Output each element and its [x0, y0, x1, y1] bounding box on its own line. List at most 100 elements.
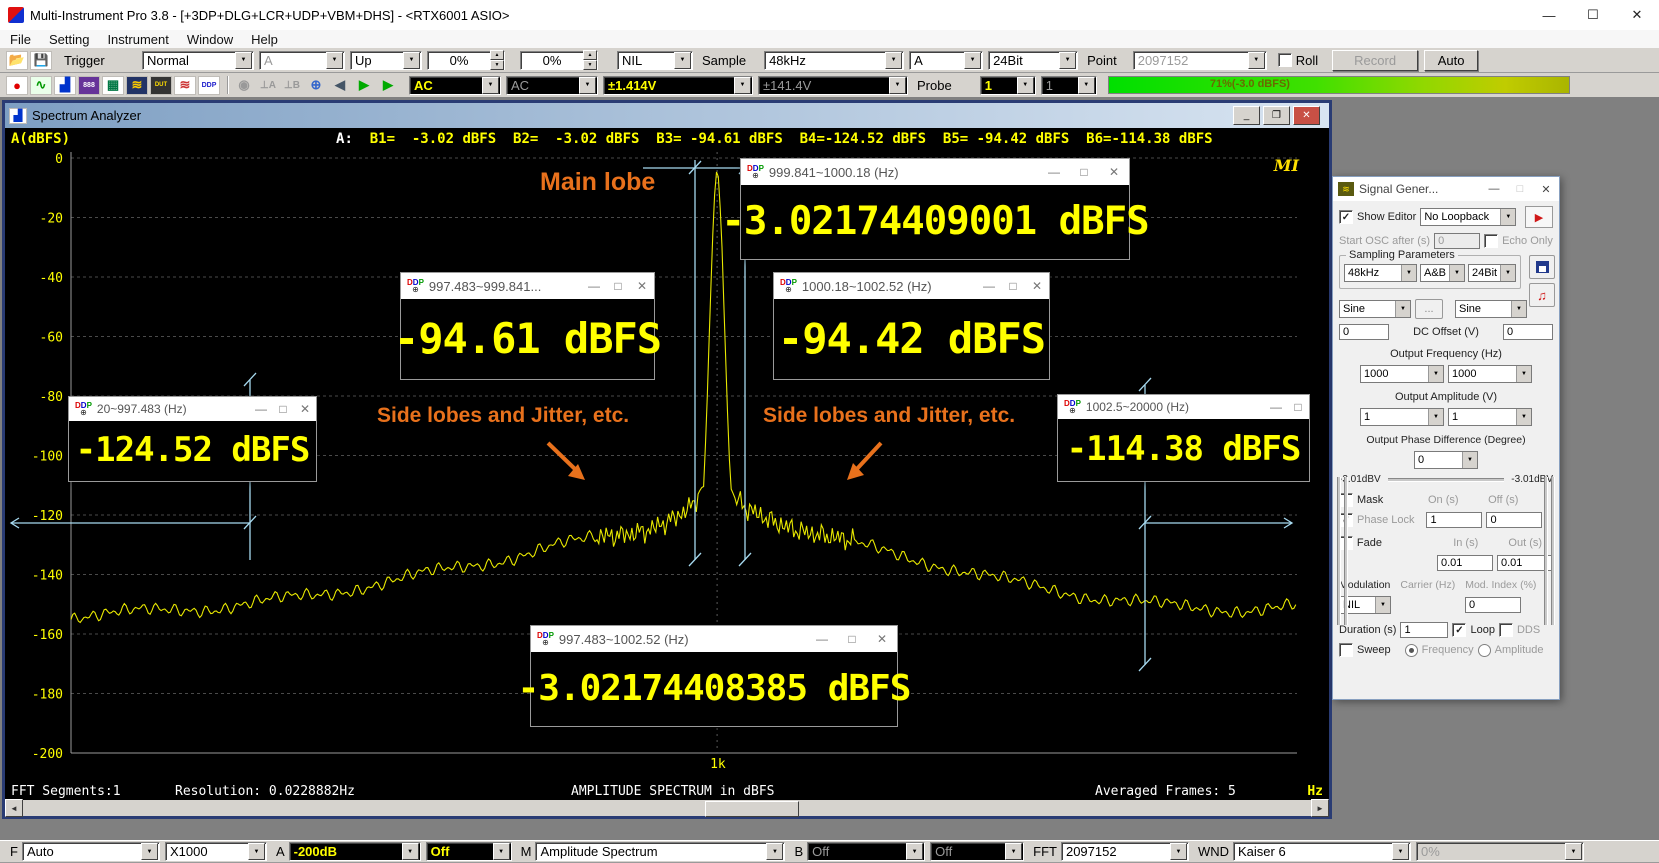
- x-scale-select[interactable]: X1000▼: [165, 842, 267, 861]
- dc-offset-a-input[interactable]: 0: [1339, 324, 1389, 340]
- ddp-window-right-sidelobe[interactable]: DDP⊕ 1000.18~1002.52 (Hz) —□✕ -94.42 dBF…: [773, 272, 1050, 380]
- ddp-minimize-icon[interactable]: —: [582, 273, 606, 299]
- trigger-edge-select[interactable]: Up▼: [350, 51, 422, 70]
- ddp-close-icon[interactable]: ✕: [867, 626, 897, 652]
- fade-in-input[interactable]: 0.01: [1437, 555, 1493, 571]
- spectrum-title-bar[interactable]: ▟ Spectrum Analyzer _ ❐ ✕: [5, 103, 1329, 128]
- menu-setting[interactable]: Setting: [49, 32, 89, 47]
- run-loop-icon[interactable]: ▶: [377, 76, 399, 95]
- fft-size-select[interactable]: 2097152▼: [1061, 842, 1189, 861]
- chart-b2-select[interactable]: Off▼: [930, 842, 1024, 861]
- save-icon[interactable]: 💾: [30, 51, 52, 70]
- run-icon[interactable]: ▶: [353, 76, 375, 95]
- menu-window[interactable]: Window: [187, 32, 233, 47]
- menu-help[interactable]: Help: [251, 32, 278, 47]
- mask-off-input[interactable]: 0: [1486, 512, 1542, 528]
- save-signal-icon[interactable]: [1529, 255, 1555, 279]
- music-note-icon[interactable]: ♫: [1529, 283, 1555, 307]
- ddp-maximize-icon[interactable]: □: [1287, 394, 1309, 420]
- chart-a-range-select[interactable]: -200dB▼: [289, 842, 421, 861]
- spectrum-3d-plot-icon[interactable]: ≋: [174, 76, 196, 95]
- trigger-level-spin[interactable]: 0%▲▼: [427, 51, 505, 70]
- echo-only-checkbox[interactable]: [1484, 234, 1498, 248]
- siggen-maximize-icon[interactable]: □: [1507, 177, 1533, 201]
- ddp-viewer-icon[interactable]: DDP: [198, 76, 220, 95]
- ddp-close-icon[interactable]: ✕: [1025, 273, 1049, 299]
- spectrum-analyzer-icon[interactable]: ▟: [54, 76, 76, 95]
- balance-slider-track[interactable]: [1388, 478, 1505, 482]
- level-slider-a2-track[interactable]: [1344, 477, 1348, 625]
- ddp-minimize-icon[interactable]: —: [1039, 159, 1069, 185]
- sweep-checkbox[interactable]: [1339, 643, 1353, 657]
- ddp-minimize-icon[interactable]: —: [807, 626, 837, 652]
- dc-offset-b-input[interactable]: 0: [1503, 324, 1553, 340]
- spin-down-icon[interactable]: ▼: [583, 60, 597, 70]
- trigger-source-select[interactable]: A▼: [259, 51, 345, 70]
- ddp-maximize-icon[interactable]: □: [272, 396, 294, 422]
- scroll-left-icon[interactable]: ◄: [5, 799, 23, 817]
- chart-a2-select[interactable]: Off▼: [426, 842, 512, 861]
- ddp-minimize-icon[interactable]: —: [977, 273, 1001, 299]
- sampling-bits-select[interactable]: 24Bit▼: [988, 51, 1078, 70]
- run-generator-button[interactable]: ▶: [1525, 206, 1553, 228]
- chart-b-range-select[interactable]: Off▼: [807, 842, 925, 861]
- amplitude-a-select[interactable]: 1▼: [1360, 408, 1444, 426]
- close-button[interactable]: ✕: [1615, 0, 1659, 30]
- ddp-title-bar[interactable]: DDP⊕ 1000.18~1002.52 (Hz) —□✕: [774, 273, 1049, 299]
- sampling-channel-select[interactable]: A▼: [909, 51, 983, 70]
- scroll-right-icon[interactable]: ►: [1311, 799, 1329, 817]
- ddp-minimize-icon[interactable]: —: [1265, 394, 1287, 420]
- window-function-select[interactable]: Kaiser 6▼: [1233, 842, 1411, 861]
- range-a-select[interactable]: ±1.414V▼: [603, 76, 753, 95]
- probe-a-select[interactable]: 1▼: [980, 76, 1036, 95]
- horizontal-scrollbar[interactable]: ◄ ►: [5, 800, 1329, 816]
- siggen-bits-select[interactable]: 24Bit▼: [1468, 264, 1516, 282]
- frequency-b-select[interactable]: 1000▼: [1448, 365, 1532, 383]
- probe-b-select[interactable]: 1▼: [1041, 76, 1097, 95]
- trigger-delay-spin[interactable]: 0%▲▼: [520, 51, 598, 70]
- loop-checkbox[interactable]: [1452, 623, 1466, 637]
- ddp-maximize-icon[interactable]: □: [837, 626, 867, 652]
- sweep-frequency-radio[interactable]: [1405, 644, 1418, 657]
- oscilloscope-icon[interactable]: ●: [6, 76, 28, 95]
- siggen-minimize-icon[interactable]: —: [1481, 177, 1507, 201]
- ddp-window-high-band[interactable]: DDP⊕ 1002.5~20000 (Hz) —□ -114.38 dBFS: [1057, 394, 1310, 482]
- duration-input[interactable]: 1: [1400, 622, 1448, 638]
- trigger-mode-select[interactable]: Normal▼: [142, 51, 254, 70]
- sweep-amplitude-radio[interactable]: [1478, 644, 1491, 657]
- waveform-b-select[interactable]: Sine▼: [1455, 300, 1527, 318]
- spectrum-minimize-button[interactable]: _: [1233, 106, 1260, 125]
- spin-down-icon[interactable]: ▼: [490, 60, 504, 70]
- coupling-a-select[interactable]: AC▼: [409, 76, 501, 95]
- speaker-icon[interactable]: ◀: [329, 76, 351, 95]
- ddp-minimize-icon[interactable]: —: [250, 396, 272, 422]
- siggen-sampling-rate-select[interactable]: 48kHz▼: [1344, 264, 1417, 282]
- amplitude-b-select[interactable]: 1▼: [1448, 408, 1532, 426]
- signal-generator-title-bar[interactable]: ≋ Signal Gener... —□✕: [1333, 177, 1559, 201]
- multimeter-icon[interactable]: 888: [78, 76, 100, 95]
- ddp-maximize-icon[interactable]: □: [1001, 273, 1025, 299]
- ddp-maximize-icon[interactable]: □: [1069, 159, 1099, 185]
- record-button[interactable]: Record: [1332, 50, 1418, 71]
- range-b-select[interactable]: ±141.4V▼: [758, 76, 908, 95]
- spin-up-icon[interactable]: ▲: [583, 50, 597, 60]
- menu-instrument[interactable]: Instrument: [107, 32, 168, 47]
- siggen-channels-select[interactable]: A&B▼: [1420, 264, 1465, 282]
- probe-cal-b-icon[interactable]: ⊥B: [281, 76, 303, 95]
- ddp-maximize-icon[interactable]: □: [606, 273, 630, 299]
- start-osc-input[interactable]: 0: [1434, 233, 1480, 249]
- probe-cal-a-icon[interactable]: ⊥A: [257, 76, 279, 95]
- waveform-a-select[interactable]: Sine▼: [1339, 300, 1411, 318]
- spectrum-maximize-button[interactable]: ❐: [1263, 106, 1290, 125]
- device-test-plan-icon[interactable]: ▦: [102, 76, 124, 95]
- ddp-window-main-lobe[interactable]: DDP⊕ 999.841~1000.18 (Hz) —□✕ -3.0217440…: [740, 158, 1130, 260]
- ddp-title-bar[interactable]: DDP⊕ 20~997.483 (Hz) —□✕: [69, 397, 316, 421]
- open-file-icon[interactable]: 📂: [6, 51, 28, 70]
- ddp-title-bar[interactable]: DDP⊕ 997.483~999.841... —□✕: [401, 273, 654, 299]
- spin-up-icon[interactable]: ▲: [490, 50, 504, 60]
- siggen-close-icon[interactable]: ✕: [1533, 177, 1559, 201]
- record-length-select[interactable]: 2097152▼: [1133, 51, 1267, 70]
- mask-on-input[interactable]: 1: [1426, 512, 1482, 528]
- phase-select[interactable]: 0▼: [1414, 451, 1478, 469]
- magnifier-icon[interactable]: ⊕: [305, 76, 327, 95]
